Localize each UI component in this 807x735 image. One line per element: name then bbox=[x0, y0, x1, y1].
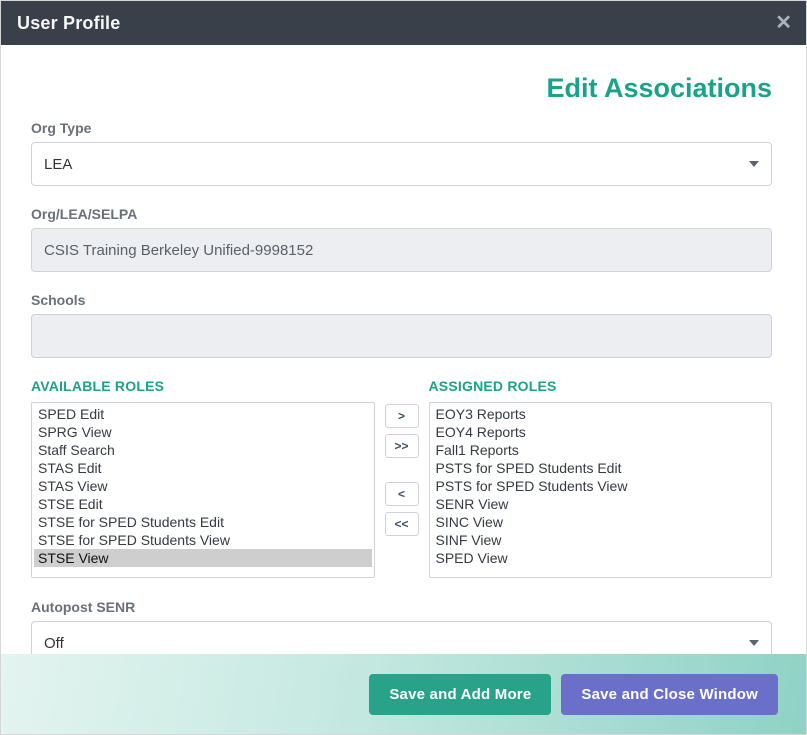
modal-footer: Save and Add More Save and Close Window bbox=[1, 654, 806, 734]
available-roles-heading: AVAILABLE ROLES bbox=[31, 378, 375, 394]
modal-body: Edit Associations Org Type LEA Org/LEA/S… bbox=[1, 45, 806, 654]
list-item[interactable]: STAS Edit bbox=[34, 459, 372, 477]
chevron-down-icon bbox=[749, 640, 759, 646]
list-item[interactable]: STAS View bbox=[34, 477, 372, 495]
list-item[interactable]: PSTS for SPED Students View bbox=[432, 477, 770, 495]
list-item[interactable]: SPRG View bbox=[34, 423, 372, 441]
assigned-roles-heading: ASSIGNED ROLES bbox=[429, 378, 773, 394]
org-lea-label: Org/LEA/SELPA bbox=[31, 206, 772, 222]
modal-title: User Profile bbox=[17, 13, 120, 34]
chevron-down-icon bbox=[749, 161, 759, 167]
list-item[interactable]: STSE Edit bbox=[34, 495, 372, 513]
org-type-group: Org Type LEA bbox=[31, 120, 772, 186]
save-and-add-more-button[interactable]: Save and Add More bbox=[369, 674, 551, 715]
list-item[interactable]: Fall1 Reports bbox=[432, 441, 770, 459]
assigned-roles-list[interactable]: EOY3 ReportsEOY4 ReportsFall1 ReportsPST… bbox=[429, 402, 773, 578]
list-item[interactable]: STSE View bbox=[34, 549, 372, 567]
schools-field[interactable] bbox=[31, 314, 772, 358]
org-type-select[interactable]: LEA bbox=[31, 142, 772, 186]
list-item[interactable]: SPED View bbox=[432, 549, 770, 567]
org-type-label: Org Type bbox=[31, 120, 772, 136]
autopost-value: Off bbox=[44, 635, 64, 652]
org-lea-field: CSIS Training Berkeley Unified-9998152 bbox=[31, 228, 772, 272]
add-selected-button[interactable]: > bbox=[385, 404, 419, 428]
close-icon[interactable]: ✕ bbox=[775, 13, 792, 33]
page-title: Edit Associations bbox=[31, 73, 772, 104]
autopost-group: Autopost SENR Off bbox=[31, 599, 772, 654]
schools-label: Schools bbox=[31, 292, 772, 308]
available-roles-col: AVAILABLE ROLES SPED EditSPRG ViewStaff … bbox=[31, 378, 375, 579]
available-roles-list[interactable]: SPED EditSPRG ViewStaff SearchSTAS EditS… bbox=[31, 402, 375, 578]
assigned-roles-col: ASSIGNED ROLES EOY3 ReportsEOY4 ReportsF… bbox=[429, 378, 773, 579]
add-all-button[interactable]: >> bbox=[385, 434, 419, 458]
move-buttons: > >> < << bbox=[385, 404, 419, 536]
org-lea-value: CSIS Training Berkeley Unified-9998152 bbox=[44, 242, 313, 259]
list-item[interactable]: SENR View bbox=[432, 495, 770, 513]
org-lea-group: Org/LEA/SELPA CSIS Training Berkeley Uni… bbox=[31, 206, 772, 272]
roles-section: AVAILABLE ROLES SPED EditSPRG ViewStaff … bbox=[31, 378, 772, 579]
autopost-label: Autopost SENR bbox=[31, 599, 772, 615]
user-profile-modal: User Profile ✕ Edit Associations Org Typ… bbox=[0, 0, 807, 735]
list-item[interactable]: STSE for SPED Students Edit bbox=[34, 513, 372, 531]
list-item[interactable]: Staff Search bbox=[34, 441, 372, 459]
list-item[interactable]: EOY4 Reports bbox=[432, 423, 770, 441]
list-item[interactable]: EOY3 Reports bbox=[432, 405, 770, 423]
save-and-close-window-button[interactable]: Save and Close Window bbox=[561, 674, 778, 715]
list-item[interactable]: SINC View bbox=[432, 513, 770, 531]
list-item[interactable]: PSTS for SPED Students Edit bbox=[432, 459, 770, 477]
list-item[interactable]: SINF View bbox=[432, 531, 770, 549]
list-item[interactable]: STSE for SPED Students View bbox=[34, 531, 372, 549]
autopost-select[interactable]: Off bbox=[31, 621, 772, 654]
remove-all-button[interactable]: << bbox=[385, 512, 419, 536]
list-item[interactable]: SPED Edit bbox=[34, 405, 372, 423]
remove-selected-button[interactable]: < bbox=[385, 482, 419, 506]
schools-group: Schools bbox=[31, 292, 772, 358]
org-type-value: LEA bbox=[44, 156, 72, 173]
modal-header: User Profile ✕ bbox=[1, 1, 806, 45]
